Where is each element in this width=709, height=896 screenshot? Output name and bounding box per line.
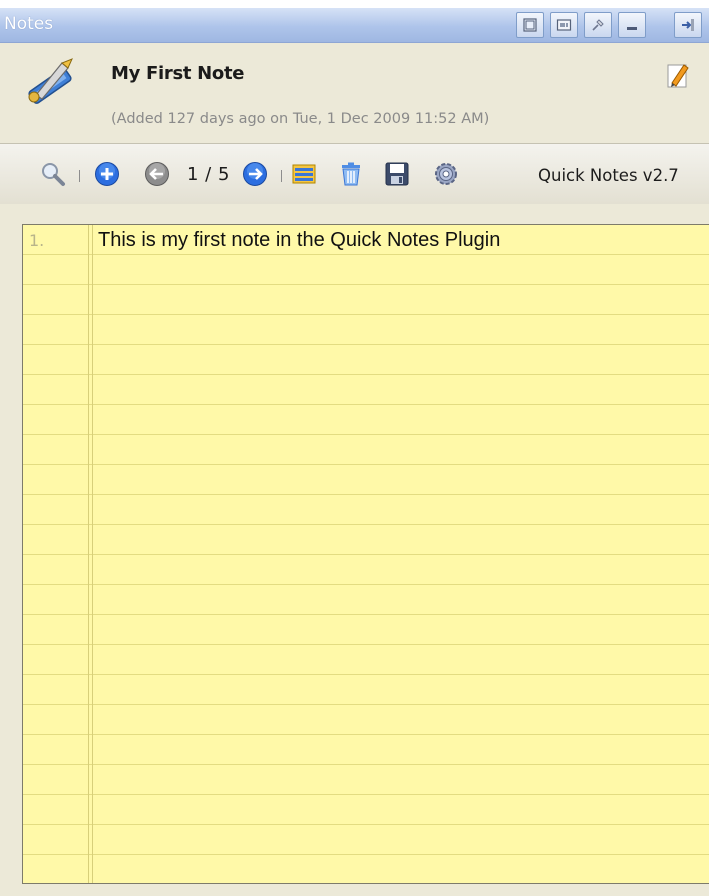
dock-button[interactable]: [674, 12, 702, 38]
minimize-button[interactable]: [618, 12, 646, 38]
pin-button[interactable]: [584, 12, 612, 38]
list-icon[interactable]: [291, 161, 317, 187]
toolbar: 1 / 5 Quick Notes v2.7: [0, 143, 709, 205]
next-icon[interactable]: [242, 161, 268, 187]
margin-line: [88, 225, 89, 883]
note-editor[interactable]: 1. This is my first note in the Quick No…: [22, 224, 709, 884]
window-icon: [556, 19, 572, 31]
page-counter: 1 / 5: [187, 164, 230, 185]
restore-button[interactable]: [516, 12, 544, 38]
note-tools-icon: [28, 58, 73, 104]
margin-line: [92, 225, 93, 883]
window-button[interactable]: [550, 12, 578, 38]
pin-icon: [592, 19, 604, 31]
dock-icon: [682, 19, 694, 31]
note-added-date: (Added 127 days ago on Tue, 1 Dec 2009 1…: [111, 111, 490, 127]
settings-icon[interactable]: [433, 161, 459, 187]
note-text-line[interactable]: This is my first note in the Quick Notes…: [98, 229, 500, 252]
search-icon[interactable]: [40, 161, 66, 187]
note-header: My First Note (Added 127 days ago on Tue…: [0, 43, 709, 143]
title-bar: Notes: [0, 0, 709, 43]
notes-window: Notes My First Note (Added 127 days ago …: [0, 0, 709, 896]
previous-icon[interactable]: [144, 161, 170, 187]
delete-icon[interactable]: [338, 161, 364, 187]
line-number: 1.: [29, 231, 45, 250]
note-title: My First Note: [111, 63, 245, 84]
save-icon[interactable]: [384, 161, 410, 187]
add-note-icon[interactable]: [94, 161, 120, 187]
restore-icon: [523, 18, 537, 32]
version-label: Quick Notes v2.7: [538, 166, 679, 185]
edit-pencil-icon[interactable]: [666, 61, 692, 89]
minimize-icon: [627, 27, 637, 30]
window-title: Notes: [4, 14, 54, 34]
